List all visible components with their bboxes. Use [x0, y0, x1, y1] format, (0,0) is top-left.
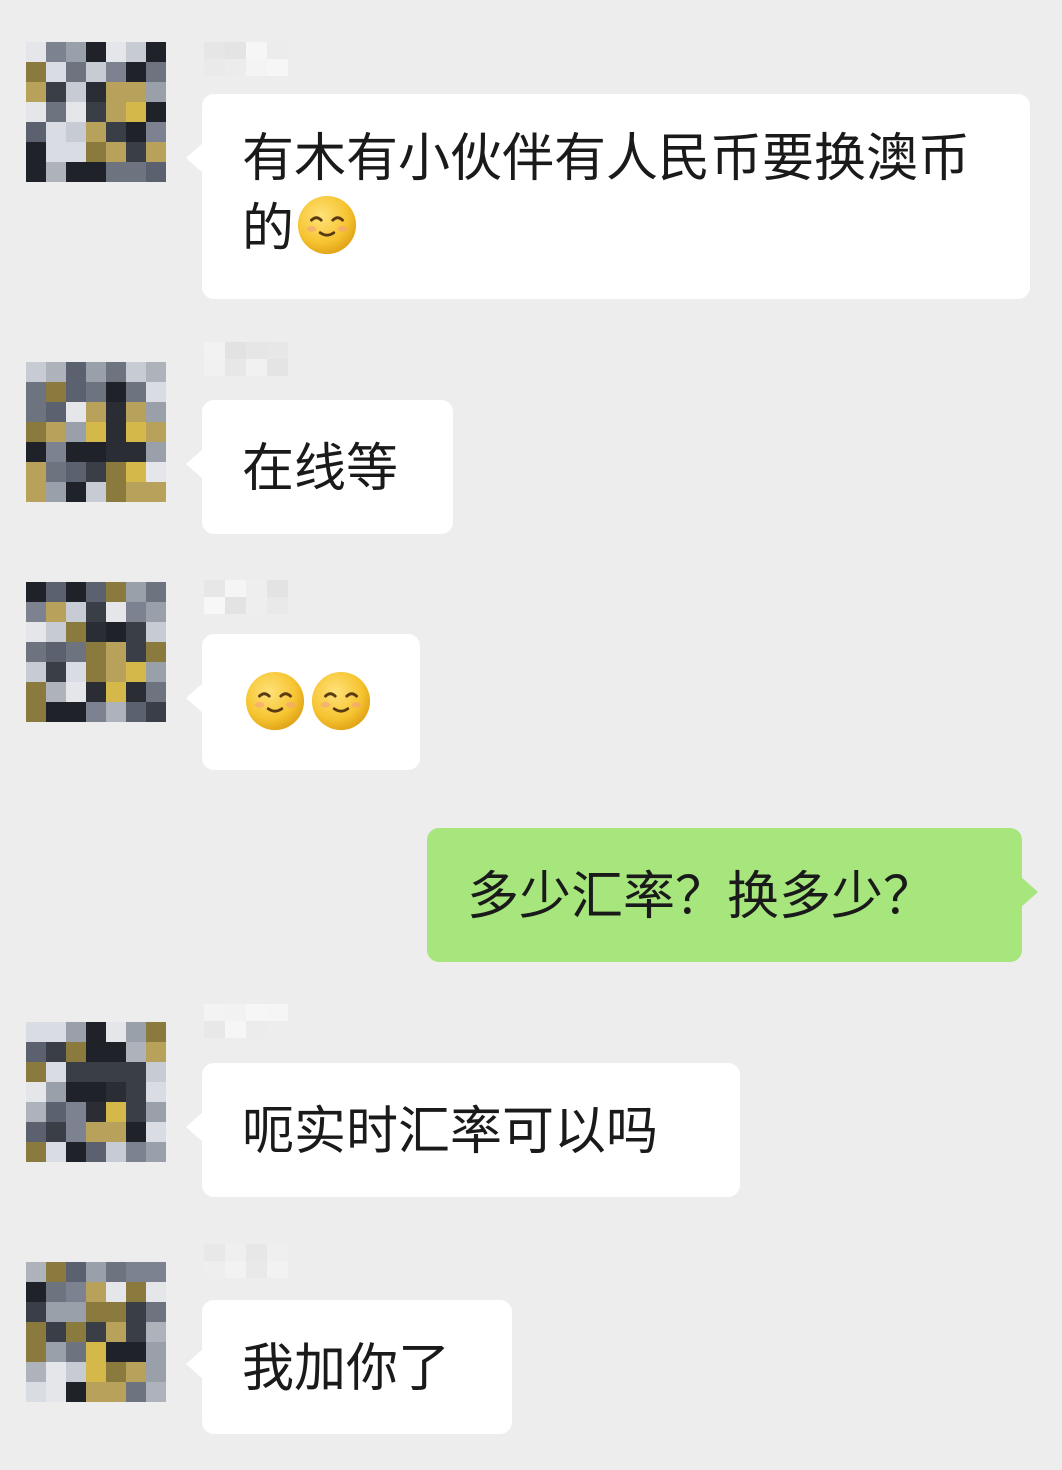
pensive-smile-icon	[296, 194, 358, 256]
sender-avatar[interactable]	[26, 42, 166, 182]
sender-name-blurred	[204, 342, 288, 376]
sender-name-blurred	[204, 580, 288, 614]
sender-name-blurred	[204, 42, 288, 76]
sender-avatar[interactable]	[26, 582, 166, 722]
message-bubble[interactable]: 呃实时汇率可以吗	[186, 1063, 740, 1197]
message-bubble[interactable]: 在线等	[186, 400, 453, 534]
sender-avatar[interactable]	[26, 362, 166, 502]
sender-name-blurred	[204, 1244, 288, 1278]
message-bubble[interactable]: 有木有小伙伴有人民币要换澳币的	[186, 94, 1030, 299]
message-text: 呃实时汇率可以吗	[242, 1102, 659, 1162]
pensive-smile-icon	[310, 670, 372, 732]
message-bubble-self[interactable]: 多少汇率？换多少？	[427, 828, 1038, 962]
message-text: 我加你了	[242, 1339, 451, 1399]
sender-name-blurred	[204, 1004, 288, 1038]
message-text: 多少汇率？换多少？	[467, 867, 936, 927]
message-bubble[interactable]: 我加你了	[186, 1300, 512, 1434]
pensive-smile-icon	[244, 670, 306, 732]
message-text: 在线等	[242, 439, 399, 499]
message-bubble[interactable]	[186, 634, 420, 770]
sender-avatar[interactable]	[26, 1022, 166, 1162]
sender-avatar[interactable]	[26, 1262, 166, 1402]
